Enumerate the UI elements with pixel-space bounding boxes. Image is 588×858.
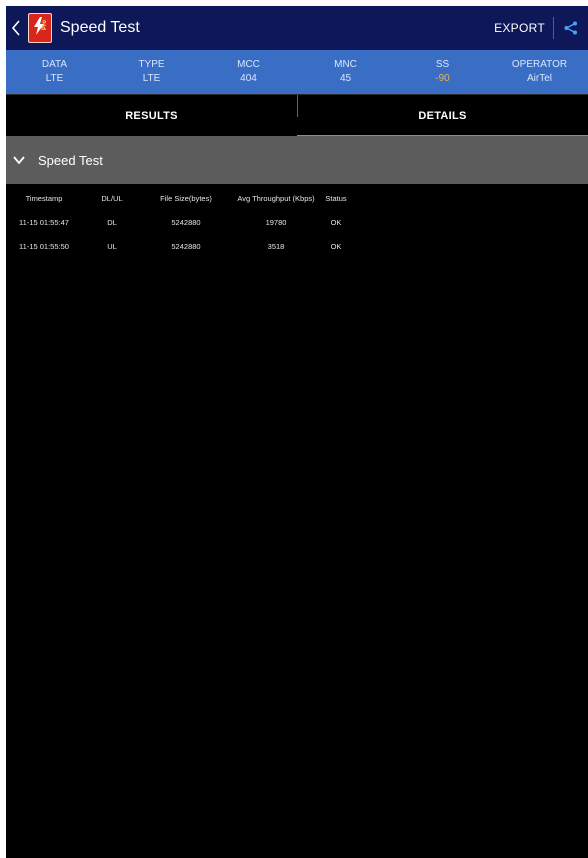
tab-separator (297, 95, 298, 117)
table-header-row: Timestamp DL/UL File Size(bytes) Avg Thr… (6, 188, 588, 212)
throughput-cell: 3518 (267, 242, 285, 251)
info-value: AirTel (526, 73, 552, 84)
info-label: OPERATOR (511, 59, 568, 70)
chevron-down-icon (13, 156, 25, 165)
info-data: DATA LTE (6, 50, 103, 94)
network-info-bar: DATA LTE TYPE LTE MCC 404 MNC 45 SS -90 … (6, 50, 588, 94)
share-button[interactable] (554, 6, 588, 50)
direction-cell: UL (107, 242, 117, 251)
info-label: TYPE (138, 59, 165, 70)
info-ss: SS -90 (394, 50, 491, 94)
info-label: MCC (237, 59, 260, 70)
info-value: LTE (142, 73, 161, 84)
chevron-left-icon (11, 20, 20, 36)
tab-results[interactable]: RESULTS (6, 95, 297, 137)
info-operator: OPERATOR AirTel (491, 50, 588, 94)
title-bar: Pro Speed Test EXPORT (6, 6, 588, 50)
info-label: MNC (334, 59, 357, 70)
signal-strength-value: -90 (435, 73, 450, 84)
column-header: Timestamp (25, 194, 63, 203)
table-row: 11-15 01:55:50 UL 5242880 3518 OK (6, 236, 588, 260)
back-button[interactable] (6, 6, 26, 50)
timestamp-cell: 11-15 01:55:47 (19, 218, 69, 227)
throughput-cell: 19780 (265, 218, 287, 227)
status-cell: OK (330, 242, 342, 251)
info-label: DATA (41, 59, 68, 70)
section-title: Speed Test (38, 152, 103, 168)
timestamp-cell: 11-15 01:55:50 (19, 242, 69, 251)
file-size-cell: 5242880 (171, 218, 201, 227)
export-button[interactable]: EXPORT (486, 21, 553, 35)
info-label: SS (435, 59, 450, 70)
direction-cell: DL (107, 218, 117, 227)
file-size-cell: 5242880 (171, 242, 201, 251)
section-header[interactable]: Speed Test (6, 136, 588, 184)
column-header: Avg Throughput (Kbps) (237, 194, 315, 203)
status-cell: OK (330, 218, 342, 227)
share-icon (564, 21, 577, 35)
app-screen: Pro Speed Test EXPORT DATA LTE TYPE LTE … (6, 6, 588, 858)
info-mcc: MCC 404 (200, 50, 297, 94)
tab-bar: RESULTS DETAILS (6, 94, 588, 137)
column-header: File Size(bytes) (160, 194, 212, 203)
results-table: Timestamp DL/UL File Size(bytes) Avg Thr… (6, 188, 588, 260)
info-type: TYPE LTE (103, 50, 200, 94)
column-header: DL/UL (101, 194, 123, 203)
info-value: 45 (339, 73, 352, 84)
app-logo: Pro (28, 13, 52, 43)
column-header: Status (325, 194, 347, 203)
table-row: 11-15 01:55:47 DL 5242880 19780 OK (6, 212, 588, 236)
info-value: LTE (45, 73, 64, 84)
info-mnc: MNC 45 (297, 50, 394, 94)
info-value: 404 (240, 73, 257, 84)
page-title: Speed Test (60, 19, 140, 36)
logo-badge: Pro (41, 19, 48, 31)
tab-details[interactable]: DETAILS (297, 95, 588, 137)
